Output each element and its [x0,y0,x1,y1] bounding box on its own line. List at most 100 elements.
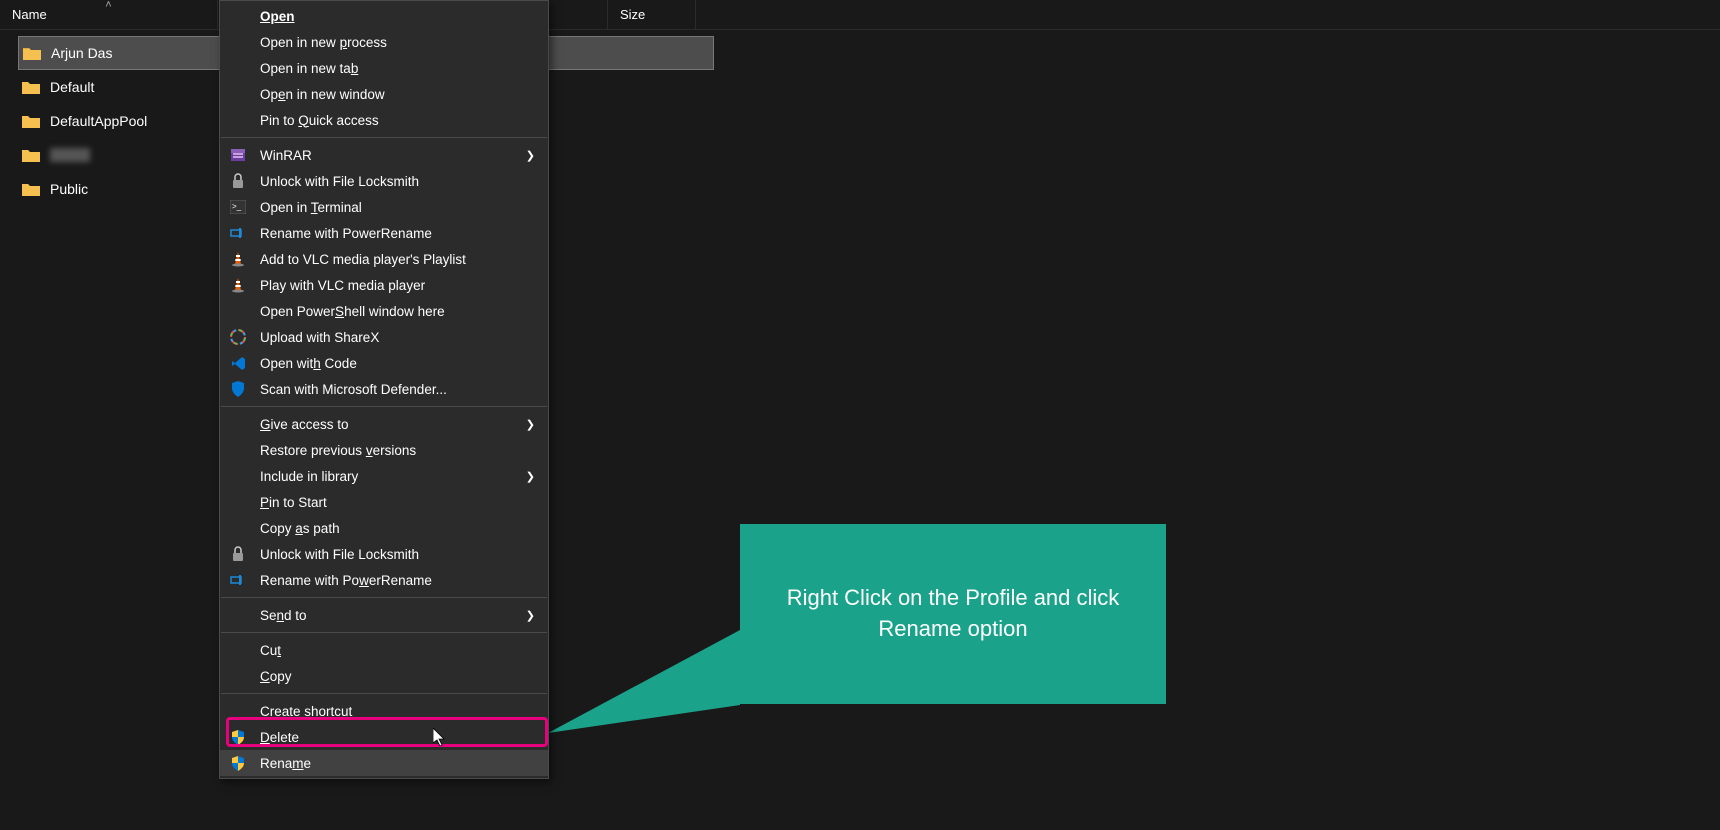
menu-send-to[interactable]: Send to ❯ [220,602,548,628]
blank-icon [228,440,248,460]
menu-unlock-locksmith[interactable]: Unlock with File Locksmith [220,168,548,194]
menu-open[interactable]: Open [220,3,548,29]
column-header-name-label: Name [12,7,47,22]
menu-pin-quick-access[interactable]: Pin to Quick access [220,107,548,133]
menu-open-terminal[interactable]: >_ Open in Terminal [220,194,548,220]
folder-name: Default [50,79,94,95]
powerrename-icon [228,223,248,243]
folder-icon [22,182,40,196]
menu-label: Play with VLC media player [260,278,540,293]
menu-label: Create shortcut [260,704,540,719]
column-header-size[interactable]: Size [608,0,696,29]
chevron-right-icon: ❯ [526,149,535,162]
menu-separator [221,137,547,138]
menu-delete[interactable]: Delete [220,724,548,750]
blank-icon [228,701,248,721]
menu-label: Scan with Microsoft Defender... [260,382,540,397]
folder-name: Arjun Das [51,45,112,61]
menu-open-powershell[interactable]: Open PowerShell window here [220,298,548,324]
menu-cut[interactable]: Cut [220,637,548,663]
powerrename-icon [228,570,248,590]
chevron-right-icon: ❯ [526,609,535,622]
menu-label: Open in new process [260,35,540,50]
menu-unlock-locksmith-2[interactable]: Unlock with File Locksmith [220,541,548,567]
menu-label: Unlock with File Locksmith [260,547,540,562]
menu-scan-defender[interactable]: Scan with Microsoft Defender... [220,376,548,402]
menu-label: Send to [260,608,526,623]
lock-icon [228,544,248,564]
menu-label: WinRAR [260,148,526,163]
blank-icon [228,32,248,52]
menu-open-new-process[interactable]: Open in new process [220,29,548,55]
menu-winrar[interactable]: WinRAR ❯ [220,142,548,168]
terminal-icon: >_ [228,197,248,217]
menu-rename-powerrename-2[interactable]: Rename with PowerRename [220,567,548,593]
blank-icon [228,58,248,78]
menu-separator [221,406,547,407]
menu-rename[interactable]: Rename [220,750,548,776]
blank-icon [228,605,248,625]
menu-label: Rename [260,756,540,771]
context-menu: Open Open in new process Open in new tab… [219,0,549,779]
menu-include-in-library[interactable]: Include in library ❯ [220,463,548,489]
blank-icon [228,666,248,686]
sharex-icon [228,327,248,347]
menu-give-access-to[interactable]: Give access to ❯ [220,411,548,437]
vscode-icon [228,353,248,373]
menu-pin-to-start[interactable]: Pin to Start [220,489,548,515]
menu-separator [221,632,547,633]
blank-icon [228,110,248,130]
menu-upload-sharex[interactable]: Upload with ShareX [220,324,548,350]
winrar-icon [228,145,248,165]
folder-icon [22,114,40,128]
menu-open-label: Open [260,9,295,24]
column-header-size-label: Size [620,7,645,22]
blank-icon [228,301,248,321]
blank-icon [228,466,248,486]
column-header-name[interactable]: ˄ Name [0,0,218,29]
uac-shield-icon [228,753,248,773]
menu-copy[interactable]: Copy [220,663,548,689]
menu-separator [221,693,547,694]
menu-open-new-tab[interactable]: Open in new tab [220,55,548,81]
menu-open-with-code[interactable]: Open with Code [220,350,548,376]
folder-icon [22,148,40,162]
blank-icon [228,640,248,660]
menu-label: Delete [260,730,540,745]
menu-add-vlc-playlist[interactable]: Add to VLC media player's Playlist [220,246,548,272]
vlc-icon [228,275,248,295]
menu-label: Pin to Start [260,495,540,510]
menu-label: Upload with ShareX [260,330,540,345]
callout-tail [545,625,745,745]
blank-icon [228,518,248,538]
menu-play-vlc[interactable]: Play with VLC media player [220,272,548,298]
menu-separator [221,597,547,598]
menu-label: Open PowerShell window here [260,304,540,319]
menu-restore-previous-versions[interactable]: Restore previous versions [220,437,548,463]
chevron-right-icon: ❯ [526,470,535,483]
menu-label: Restore previous versions [260,443,540,458]
menu-copy-as-path[interactable]: Copy as path [220,515,548,541]
menu-label: Open in Terminal [260,200,540,215]
menu-rename-powerrename[interactable]: Rename with PowerRename [220,220,548,246]
folder-icon [23,46,41,60]
menu-label: Include in library [260,469,526,484]
menu-create-shortcut[interactable]: Create shortcut [220,698,548,724]
svg-text:>_: >_ [232,202,242,211]
uac-shield-icon [228,727,248,747]
chevron-right-icon: ❯ [526,418,535,431]
menu-open-new-window[interactable]: Open in new window [220,81,548,107]
menu-label: Open in new window [260,87,540,102]
annotation-callout: Right Click on the Profile and click Ren… [740,524,1166,704]
folder-name-redacted [50,148,90,162]
menu-label: Open in new tab [260,61,540,76]
folder-name: DefaultAppPool [50,113,147,129]
menu-label: Rename with PowerRename [260,226,540,241]
menu-label: Copy [260,669,540,684]
blank-icon [228,84,248,104]
blank-icon [228,492,248,512]
menu-label: Copy as path [260,521,540,536]
menu-label: Unlock with File Locksmith [260,174,540,189]
blank-icon [228,6,248,26]
vlc-icon [228,249,248,269]
